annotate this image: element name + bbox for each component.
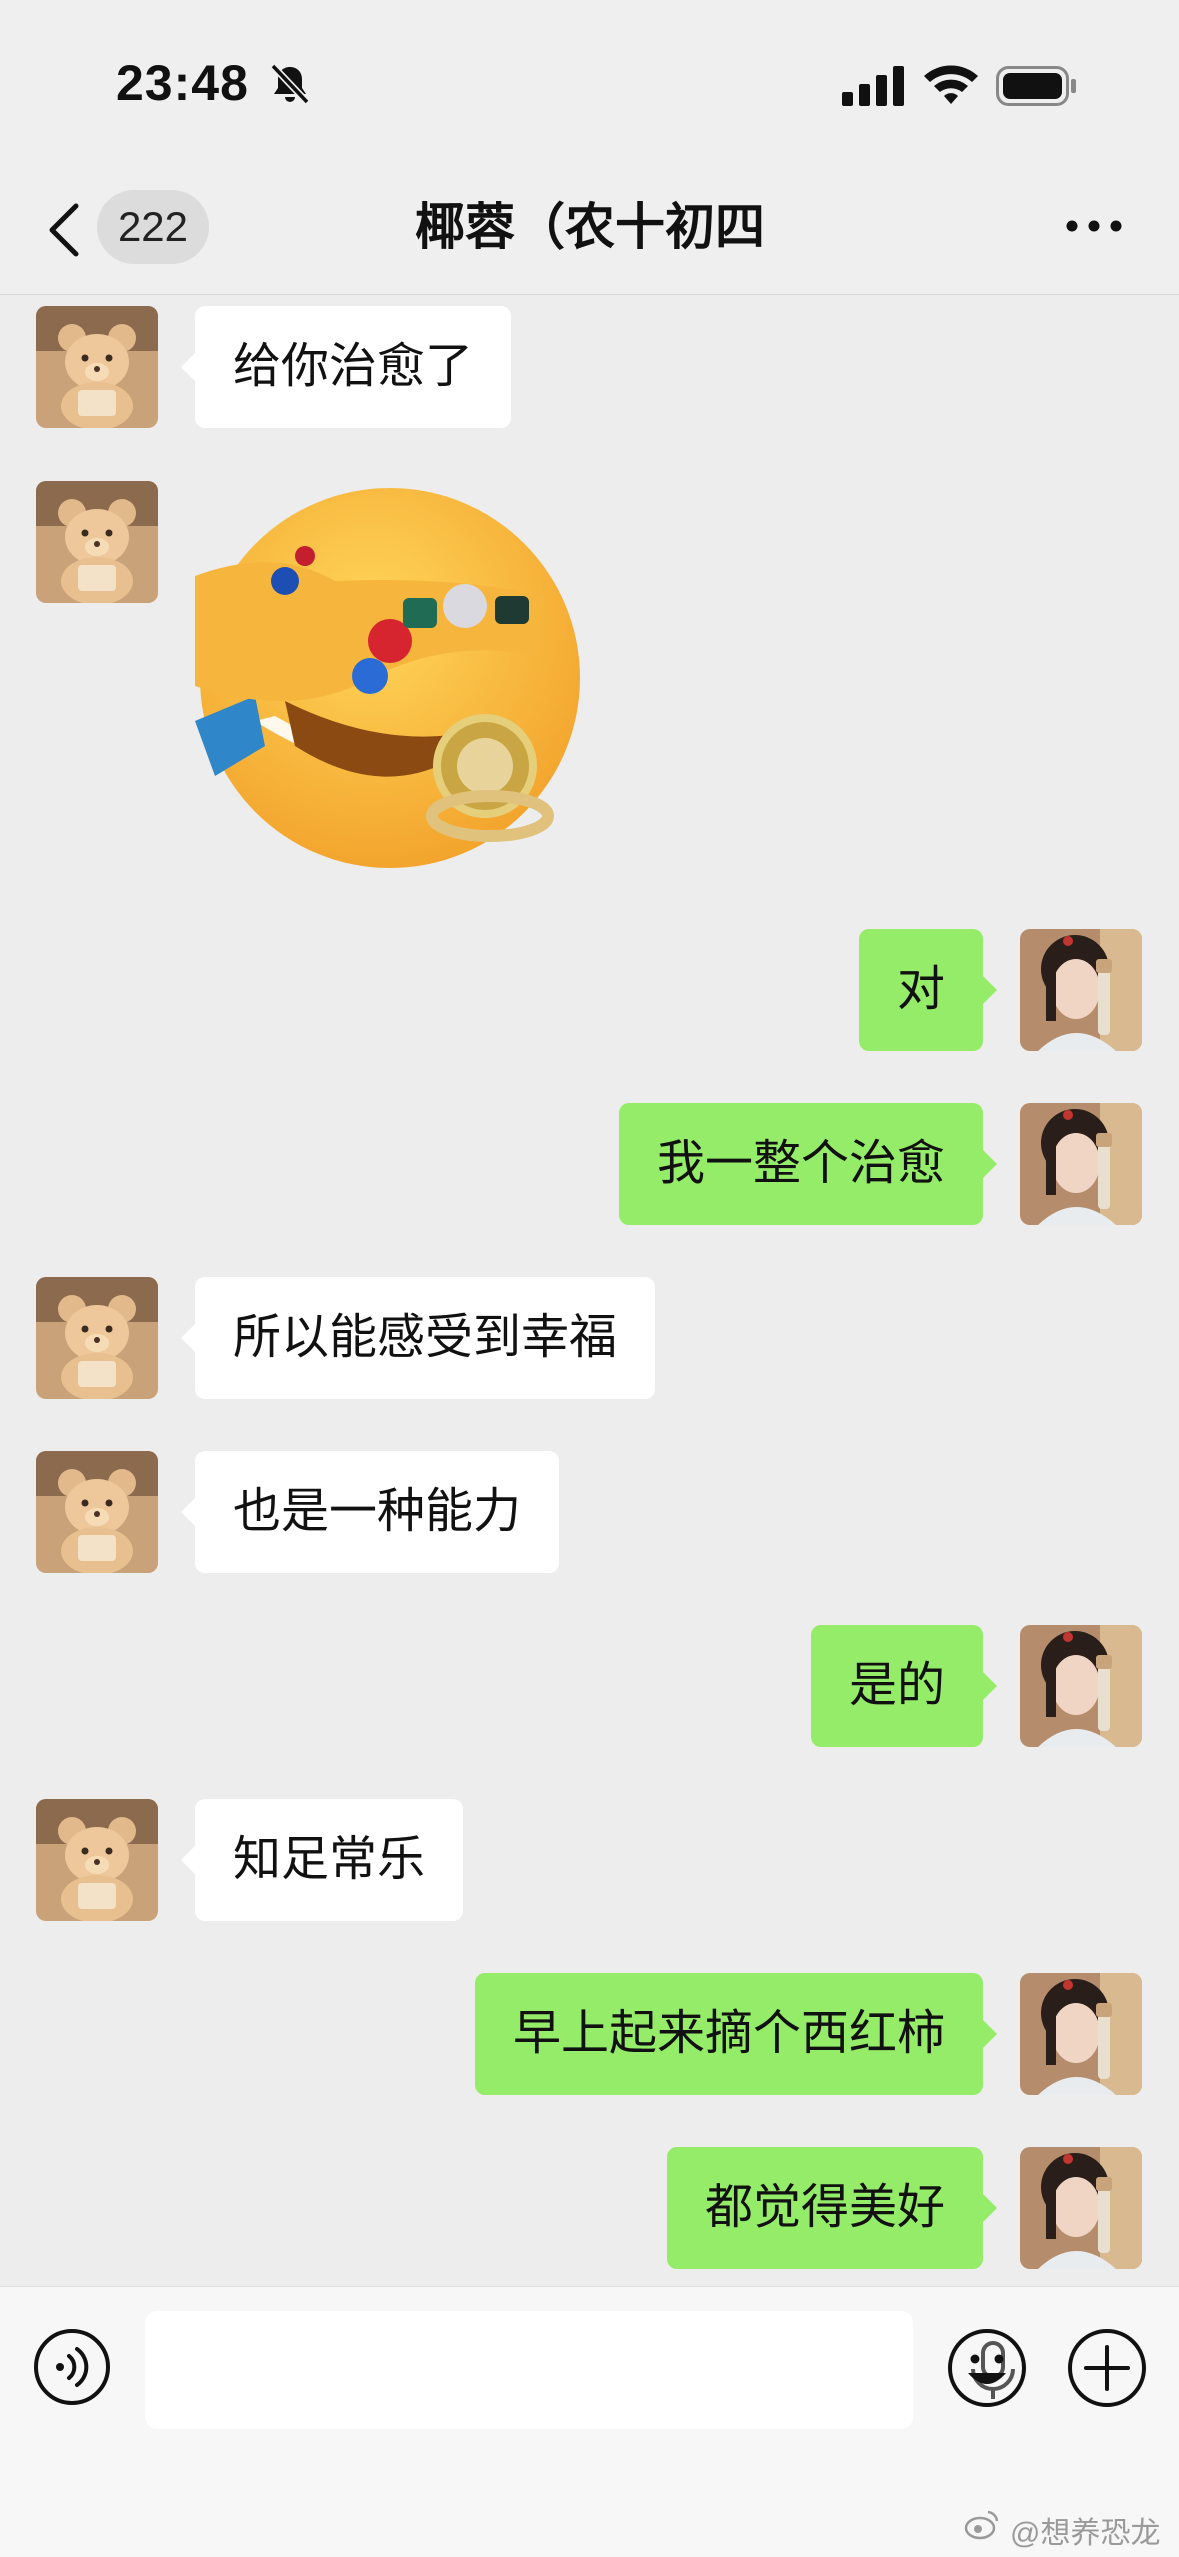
outgoing-message[interactable]: 都觉得美好 [666,2147,998,2269]
incoming-message[interactable]: 知足常乐 [180,1799,464,1921]
contact-avatar[interactable] [36,1799,158,1921]
emoji-rings-watch-sticker[interactable] [195,486,595,876]
chat-header: 222 椰蓉（农十初四 [0,170,1179,295]
message-input[interactable] [171,2311,815,2431]
input-bar [0,2286,1179,2557]
cellular-signal-icon [842,66,904,106]
incoming-message[interactable]: 也是一种能力 [180,1451,560,1573]
more-options-icon[interactable] [1064,206,1124,246]
my-avatar[interactable] [1020,1625,1142,1747]
contact-avatar[interactable] [36,481,158,603]
back-chevron-icon[interactable] [40,200,90,260]
my-avatar[interactable] [1020,929,1142,1051]
my-avatar[interactable] [1020,2147,1142,2269]
contact-avatar[interactable] [36,306,158,428]
emoji-icon[interactable] [946,2327,1028,2409]
watermark: @想养恐龙 [1010,2517,1161,2550]
outgoing-message[interactable]: 我一整个治愈 [618,1103,998,1225]
message-input-field[interactable] [145,2311,1015,2431]
status-time: 23:48 [116,55,249,111]
voice-mode-icon[interactable] [32,2327,112,2407]
bell-slash-icon [270,63,310,105]
battery-icon [996,66,1076,106]
outgoing-message[interactable]: 早上起来摘个西红柿 [474,1973,998,2095]
my-avatar[interactable] [1020,1973,1142,2095]
outgoing-message[interactable]: 对 [858,929,998,1051]
contact-avatar[interactable] [36,1277,158,1399]
more-actions-plus-icon[interactable] [1066,2327,1148,2409]
incoming-message[interactable]: 所以能感受到幸福 [180,1277,656,1399]
status-bar: 23:48 [0,0,1179,170]
chat-title: 椰蓉（农十初四 [415,199,765,255]
incoming-message[interactable]: 给你治愈了 [180,306,512,428]
wifi-icon [924,65,978,104]
weibo-logo-icon [964,2510,999,2540]
my-avatar[interactable] [1020,1103,1142,1225]
unread-count-badge[interactable]: 222 [97,190,209,264]
contact-avatar[interactable] [36,1451,158,1573]
outgoing-message[interactable]: 是的 [810,1625,998,1747]
